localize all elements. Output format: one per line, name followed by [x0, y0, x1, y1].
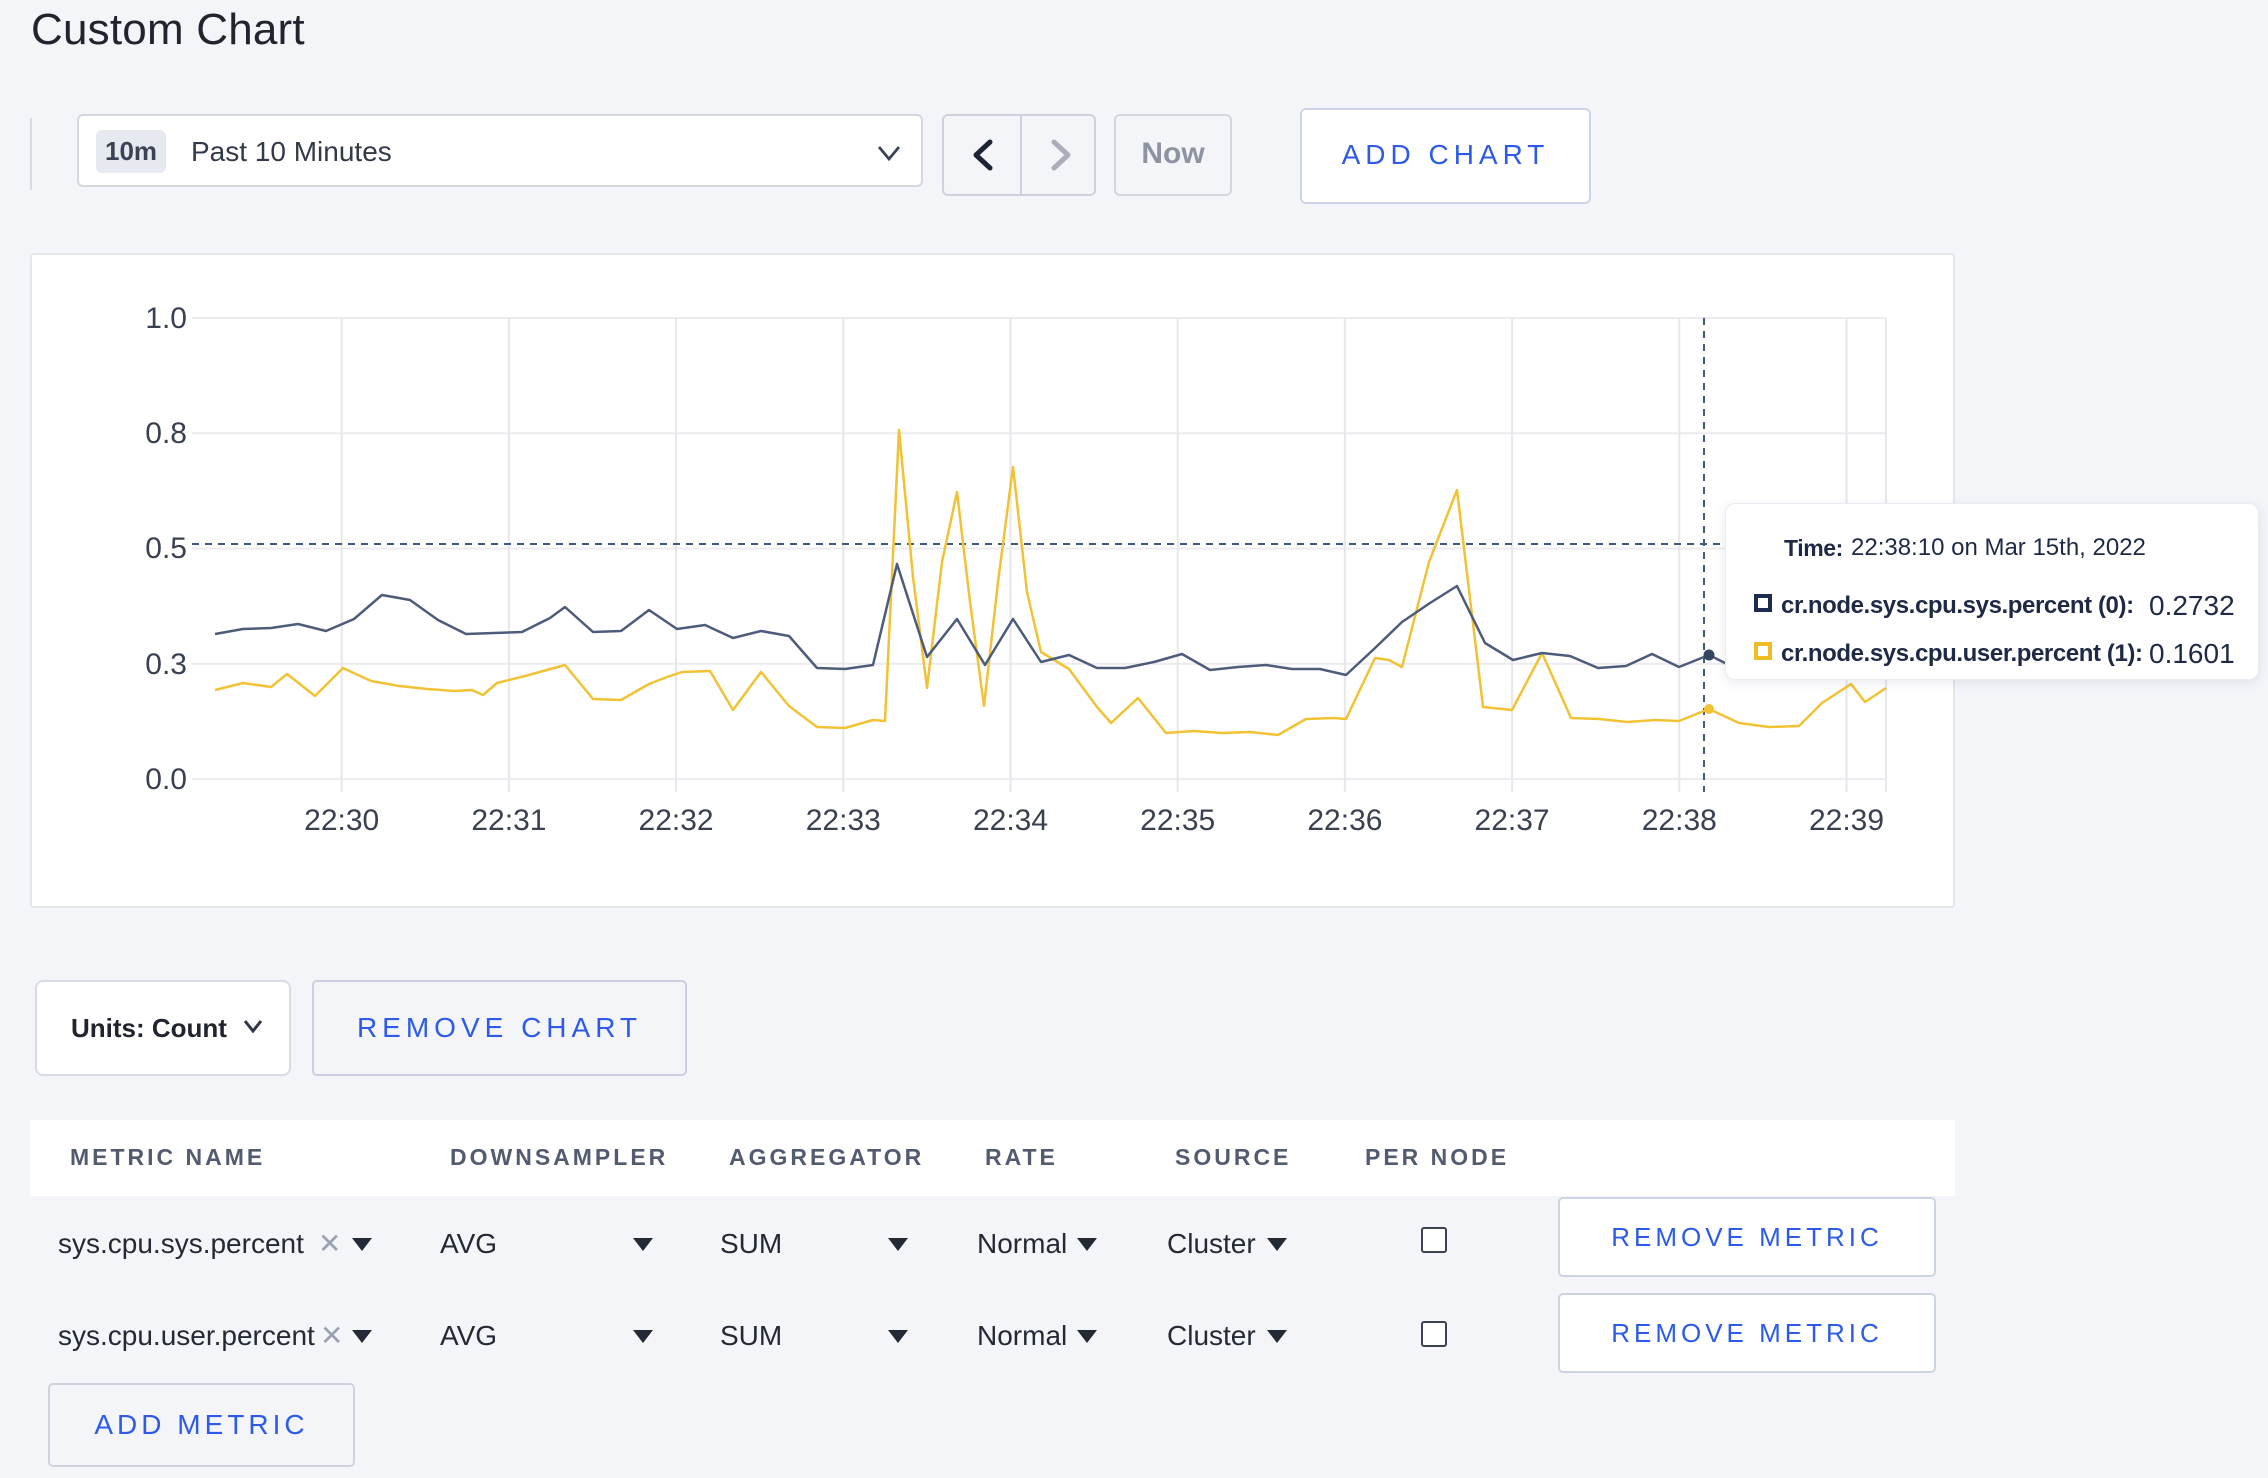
svg-text:1.0: 1.0	[145, 302, 187, 335]
svg-text:22:37: 22:37	[1475, 804, 1550, 837]
svg-text:0.3: 0.3	[145, 648, 187, 681]
svg-text:22:35: 22:35	[1140, 804, 1215, 837]
svg-text:22:31: 22:31	[471, 804, 546, 837]
svg-text:22:34: 22:34	[973, 804, 1048, 837]
svg-text:0.0: 0.0	[145, 763, 187, 796]
svg-text:22:36: 22:36	[1307, 804, 1382, 837]
svg-text:0.8: 0.8	[145, 417, 187, 450]
svg-text:22:32: 22:32	[639, 804, 714, 837]
svg-text:0.5: 0.5	[145, 532, 187, 565]
svg-text:22:38: 22:38	[1642, 804, 1717, 837]
svg-text:22:39: 22:39	[1809, 804, 1884, 837]
svg-text:22:30: 22:30	[304, 804, 379, 837]
svg-text:22:33: 22:33	[806, 804, 881, 837]
